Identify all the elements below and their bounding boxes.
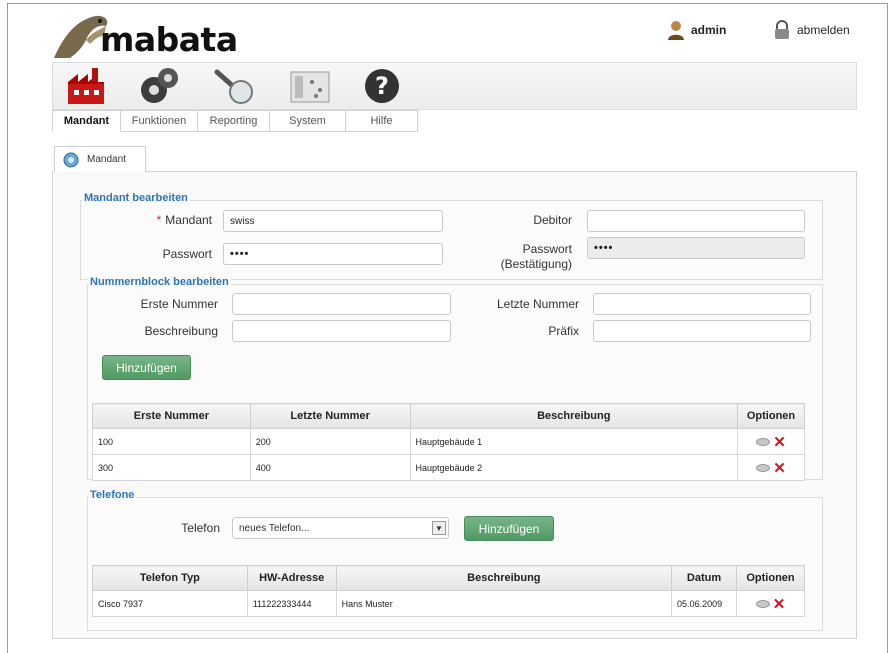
cell-erste: 300 xyxy=(92,454,251,481)
passwort-bestaetigung-input[interactable]: •••• xyxy=(587,237,805,259)
nummernblock-table: Erste Nummer Letzte Nummer Beschreibung … xyxy=(92,403,805,481)
view-icon[interactable] xyxy=(756,463,771,472)
telefon-select[interactable]: neues Telefon... ▼ xyxy=(232,517,449,539)
user-icon xyxy=(668,21,684,40)
telefone-legend: Telefone xyxy=(88,489,137,501)
col-letzte-nummer[interactable]: Letzte Nummer xyxy=(249,403,411,429)
main-tabs: Mandant Funktionen Reporting System Hilf… xyxy=(52,110,418,132)
tab-hilfe[interactable]: Hilfe xyxy=(346,110,418,132)
cell-beschreibung: Hauptgebäude 2 xyxy=(409,454,739,481)
beschreibung-label: Beschreibung xyxy=(144,324,218,338)
nummernblock-legend: Nummernblock bearbeiten xyxy=(88,276,231,288)
gears-icon[interactable] xyxy=(138,66,182,106)
passwort-bestaetigung-label: Passwort (Bestätigung) xyxy=(500,242,572,271)
col-optionen: Optionen xyxy=(737,403,805,429)
tab-globe-icon xyxy=(63,152,79,167)
col-erste-nummer[interactable]: Erste Nummer xyxy=(92,403,251,429)
mandant-label: * Mandant xyxy=(156,213,212,227)
cell-optionen: ✕ xyxy=(737,454,805,481)
mandant-input[interactable]: swiss xyxy=(223,210,443,232)
praefix-label: Präfix xyxy=(548,324,579,338)
passwort-input[interactable]: •••• xyxy=(223,243,443,265)
tab-system[interactable]: System xyxy=(270,110,346,132)
cell-beschreibung: Hans Muster xyxy=(335,590,673,617)
page-tab-label: Mandant xyxy=(87,154,126,165)
factory-icon[interactable] xyxy=(64,66,108,106)
passwort-label: Passwort xyxy=(162,247,212,261)
user-menu[interactable]: admin xyxy=(667,20,726,40)
cell-letzte: 200 xyxy=(249,428,411,455)
col-hw-adresse[interactable]: HW-Adresse xyxy=(246,565,337,591)
cell-beschreibung: Hauptgebäude 1 xyxy=(409,428,739,455)
logout-label: abmelden xyxy=(797,23,850,37)
delete-icon[interactable]: ✕ xyxy=(773,434,786,451)
table-row[interactable]: 300 400 Hauptgebäude 2 ✕ xyxy=(92,454,805,481)
required-marker: * xyxy=(156,213,162,227)
tab-funktionen[interactable]: Funktionen xyxy=(121,110,198,132)
erste-nummer-label: Erste Nummer xyxy=(140,297,218,311)
logout-link[interactable]: abmelden xyxy=(773,20,850,40)
cell-erste: 100 xyxy=(92,428,251,455)
col-beschreibung[interactable]: Beschreibung xyxy=(335,565,673,591)
delete-icon[interactable]: ✕ xyxy=(773,596,786,613)
lock-icon xyxy=(775,20,789,39)
telefone-add-button[interactable]: Hinzufügen xyxy=(464,516,554,541)
nummernblock-add-button[interactable]: Hinzufügen xyxy=(102,355,191,380)
col-telefon-typ[interactable]: Telefon Typ xyxy=(92,565,248,591)
telefon-select-value: neues Telefon... xyxy=(239,522,310,534)
debitor-input[interactable] xyxy=(587,210,805,232)
view-icon[interactable] xyxy=(756,437,771,446)
cell-optionen: ✕ xyxy=(736,590,805,617)
cell-datum: 05.06.2009 xyxy=(671,590,738,617)
help-icon[interactable]: ? xyxy=(360,66,404,106)
col-datum[interactable]: Datum xyxy=(671,565,738,591)
praefix-input[interactable] xyxy=(593,320,811,342)
erste-nummer-input[interactable] xyxy=(232,293,451,315)
cell-hw-adresse: 111222333444 xyxy=(246,590,337,617)
table-row[interactable]: 100 200 Hauptgebäude 1 ✕ xyxy=(92,428,805,455)
col-optionen: Optionen xyxy=(736,565,805,591)
view-icon[interactable] xyxy=(755,599,770,608)
debitor-label: Debitor xyxy=(533,213,572,227)
page-tab-mandant[interactable]: Mandant xyxy=(54,146,146,172)
col-beschreibung[interactable]: Beschreibung xyxy=(409,403,739,429)
letzte-nummer-label: Letzte Nummer xyxy=(496,297,579,311)
beschreibung-input[interactable] xyxy=(232,320,451,342)
mandant-legend: Mandant bearbeiten xyxy=(82,192,190,204)
cell-letzte: 400 xyxy=(249,454,411,481)
magnifier-icon[interactable] xyxy=(213,66,257,106)
cell-optionen: ✕ xyxy=(737,428,805,455)
letzte-nummer-input[interactable] xyxy=(593,293,811,315)
cell-telefon-typ: Cisco 7937 xyxy=(92,590,248,617)
table-row[interactable]: Cisco 7937 111222333444 Hans Muster 05.0… xyxy=(92,590,805,617)
logo-text: mabata xyxy=(100,20,238,59)
chevron-down-icon[interactable]: ▼ xyxy=(432,521,446,535)
svg-text:?: ? xyxy=(375,72,389,100)
username: admin xyxy=(691,23,727,37)
delete-icon[interactable]: ✕ xyxy=(773,460,786,477)
tab-mandant[interactable]: Mandant xyxy=(52,110,121,132)
telefone-table: Telefon Typ HW-Adresse Beschreibung Datu… xyxy=(92,565,805,617)
system-panel-icon[interactable] xyxy=(288,66,332,106)
telefon-label: Telefon xyxy=(181,521,220,535)
tab-reporting[interactable]: Reporting xyxy=(198,110,270,132)
